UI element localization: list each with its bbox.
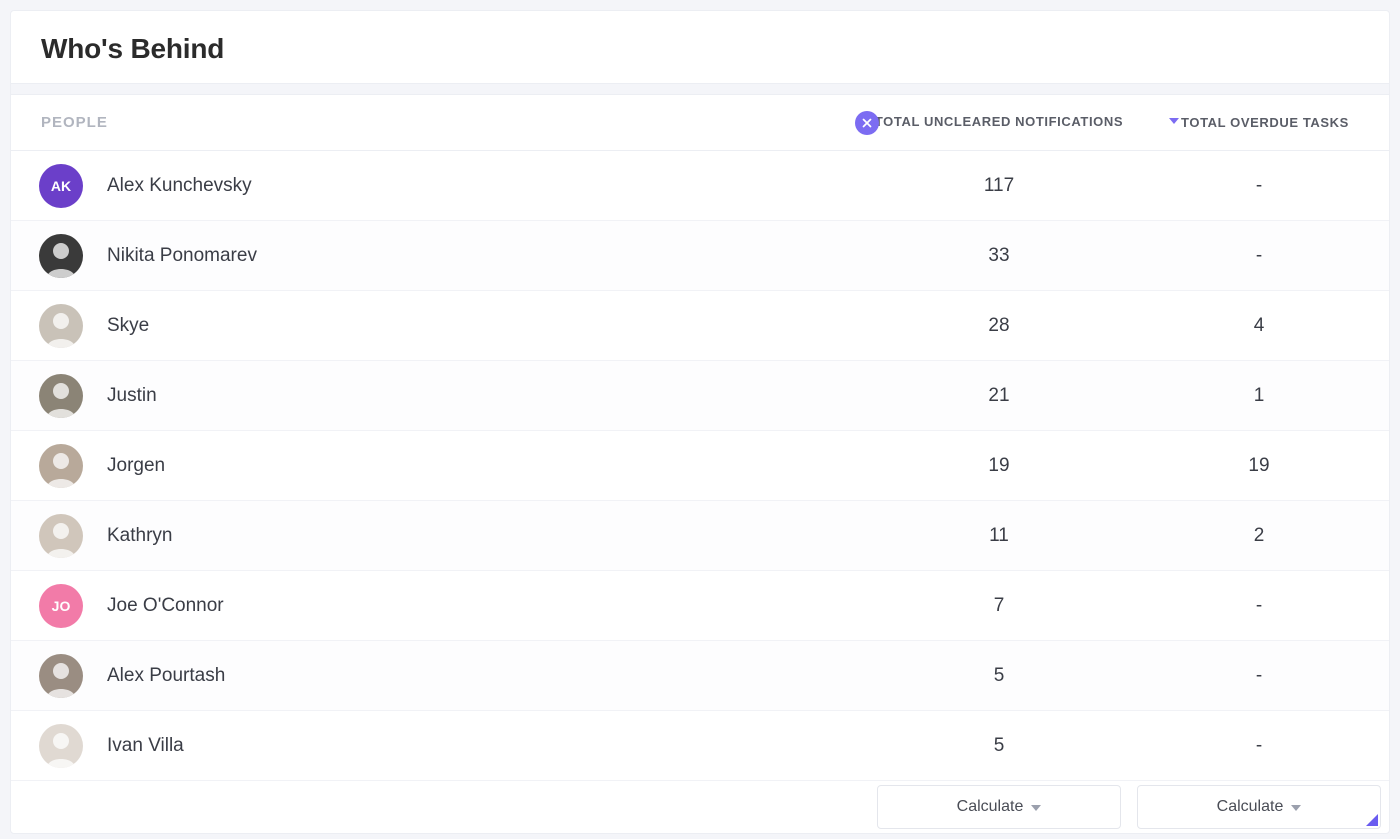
column-header-notifications[interactable]: TOTAL UNCLEARED NOTIFICATIONS: [869, 114, 1129, 130]
cell-person: Kathryn: [11, 514, 869, 558]
cell-notifications: 21: [869, 385, 1129, 407]
person-name: Skye: [107, 315, 149, 337]
table-row[interactable]: Nikita Ponomarev 33-: [11, 221, 1389, 291]
cell-overdue: -: [1129, 175, 1389, 197]
person-name: Kathryn: [107, 525, 172, 547]
cell-person: Skye: [11, 304, 869, 348]
cell-notifications: 5: [869, 735, 1129, 757]
cell-notifications: 33: [869, 245, 1129, 267]
column-header-overdue[interactable]: TOTAL OVERDUE TASKS: [1129, 114, 1389, 132]
avatar[interactable]: [39, 234, 83, 278]
header-gap: [11, 83, 1389, 95]
calculate-cell-overdue: Calculate: [1129, 781, 1389, 833]
avatar[interactable]: [39, 444, 83, 488]
person-name: Joe O'Connor: [107, 595, 224, 617]
table-row[interactable]: Skye 284: [11, 291, 1389, 361]
avatar[interactable]: [39, 374, 83, 418]
person-silhouette-icon: [39, 444, 83, 488]
person-silhouette-icon: [39, 724, 83, 768]
person-silhouette-icon: [39, 304, 83, 348]
card-title: Who's Behind: [11, 11, 1389, 83]
whos-behind-card: Who's Behind PEOPLE TOTAL UNCLEARED NOTI…: [10, 10, 1390, 834]
sort-indicator-icon: [1169, 118, 1179, 124]
cell-person: JO Joe O'Connor: [11, 584, 869, 628]
calculate-button-label: Calculate: [957, 798, 1024, 816]
cell-person: Alex Pourtash: [11, 654, 869, 698]
table-footer: Calculate Calculate: [11, 781, 1389, 833]
person-name: Alex Pourtash: [107, 665, 225, 687]
person-name: Ivan Villa: [107, 735, 184, 757]
calculate-button-overdue[interactable]: Calculate: [1137, 785, 1381, 829]
cell-notifications: 28: [869, 315, 1129, 337]
person-silhouette-icon: [39, 654, 83, 698]
person-name: Jorgen: [107, 455, 165, 477]
avatar[interactable]: [39, 514, 83, 558]
cell-overdue: -: [1129, 595, 1389, 617]
person-silhouette-icon: [39, 234, 83, 278]
column-header-people-label: PEOPLE: [41, 114, 108, 131]
cell-overdue: 1: [1129, 385, 1389, 407]
column-header-people[interactable]: PEOPLE: [11, 114, 869, 131]
cell-overdue: -: [1129, 245, 1389, 267]
table-row[interactable]: Jorgen 1919: [11, 431, 1389, 501]
table-header: PEOPLE TOTAL UNCLEARED NOTIFICATIONS TOT…: [11, 95, 1389, 151]
chevron-down-icon: [1031, 805, 1041, 811]
cell-overdue: 19: [1129, 455, 1389, 477]
resize-handle-icon[interactable]: [1366, 814, 1378, 826]
cell-notifications: 5: [869, 665, 1129, 687]
avatar[interactable]: JO: [39, 584, 83, 628]
table-row[interactable]: AK Alex Kunchevsky 117-: [11, 151, 1389, 221]
cell-overdue: -: [1129, 735, 1389, 757]
table-row[interactable]: Justin 211: [11, 361, 1389, 431]
cell-person: AK Alex Kunchevsky: [11, 164, 869, 208]
chevron-down-icon: [1291, 805, 1301, 811]
person-silhouette-icon: [39, 514, 83, 558]
avatar[interactable]: [39, 724, 83, 768]
cell-person: Ivan Villa: [11, 724, 869, 768]
person-name: Alex Kunchevsky: [107, 175, 252, 197]
cell-overdue: -: [1129, 665, 1389, 687]
table-row[interactable]: Ivan Villa 5-: [11, 711, 1389, 781]
x-icon: [861, 117, 873, 129]
cell-person: Nikita Ponomarev: [11, 234, 869, 278]
footer-spacer: [11, 781, 869, 833]
cell-notifications: 19: [869, 455, 1129, 477]
person-name: Nikita Ponomarev: [107, 245, 257, 267]
person-name: Justin: [107, 385, 157, 407]
clear-column-icon[interactable]: [855, 111, 879, 135]
cell-overdue: 2: [1129, 525, 1389, 547]
avatar[interactable]: AK: [39, 164, 83, 208]
cell-overdue: 4: [1129, 315, 1389, 337]
cell-person: Jorgen: [11, 444, 869, 488]
avatar[interactable]: [39, 304, 83, 348]
cell-notifications: 11: [869, 525, 1129, 547]
person-silhouette-icon: [39, 374, 83, 418]
table-rows: AKAlex Kunchevsky117-Nikita Ponomarev33-…: [11, 151, 1389, 781]
calculate-cell-notifications: Calculate: [869, 781, 1129, 833]
cell-person: Justin: [11, 374, 869, 418]
table-row[interactable]: JO Joe O'Connor 7-: [11, 571, 1389, 641]
cell-notifications: 117: [869, 175, 1129, 197]
calculate-button-notifications[interactable]: Calculate: [877, 785, 1121, 829]
column-header-notifications-label: TOTAL UNCLEARED NOTIFICATIONS: [875, 114, 1123, 130]
column-header-overdue-label: TOTAL OVERDUE TASKS: [1181, 115, 1349, 130]
table-row[interactable]: Alex Pourtash 5-: [11, 641, 1389, 711]
table-row[interactable]: Kathryn 112: [11, 501, 1389, 571]
avatar[interactable]: [39, 654, 83, 698]
cell-notifications: 7: [869, 595, 1129, 617]
calculate-button-label: Calculate: [1217, 798, 1284, 816]
